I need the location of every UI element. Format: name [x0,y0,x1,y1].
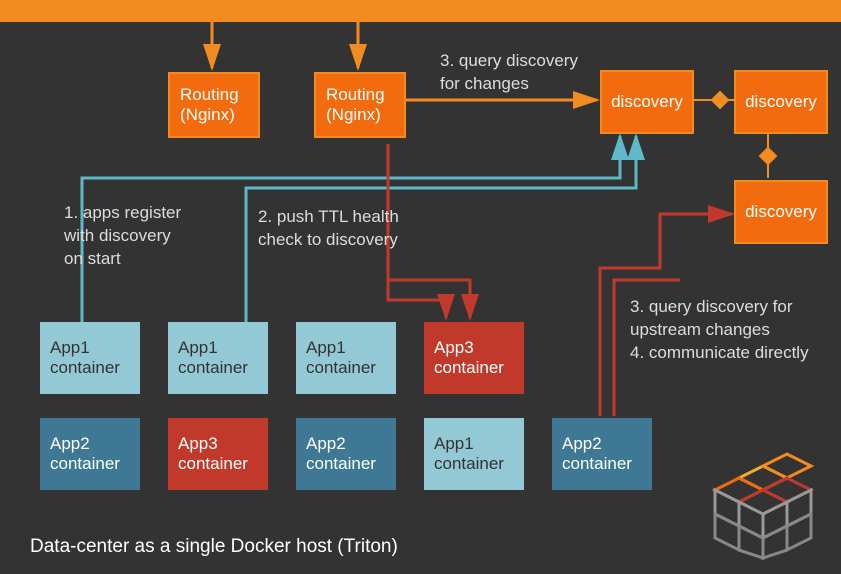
app-row2-2: App2container [296,418,396,490]
app-row1-1: App1container [168,322,268,394]
annotation-step1: 1. apps registerwith discoveryon start [64,202,181,271]
top-bar [0,0,841,22]
app-row1-2: App1container [296,322,396,394]
diagram-caption: Data-center as a single Docker host (Tri… [30,536,398,558]
annotation-step3b: 3. query discovery forupstream changes4.… [630,296,809,365]
routing-label-1: Routing(Nginx) [180,85,248,126]
routing-box-2: Routing(Nginx) [314,72,406,138]
discovery-box-3: discovery [734,180,828,244]
app-row2-0: App2container [40,418,140,490]
discovery-label-1: discovery [611,92,683,112]
app-row2-1: App3container [168,418,268,490]
routing-label-2: Routing(Nginx) [326,85,394,126]
app-row1-3: App3container [424,322,524,394]
triton-logo-icon [699,450,827,560]
app-row2-3: App1container [424,418,524,490]
app-row1-0: App1container [40,322,140,394]
annotation-step3a: 3. query discoveryfor changes [440,50,578,96]
routing-box-1: Routing(Nginx) [168,72,260,138]
discovery-box-1: discovery [600,70,694,134]
discovery-label-3: discovery [745,202,817,222]
app-row2-4: App2container [552,418,652,490]
discovery-box-2: discovery [734,70,828,134]
annotation-step2: 2. push TTL healthcheck to discovery [258,206,399,252]
discovery-label-2: discovery [745,92,817,112]
